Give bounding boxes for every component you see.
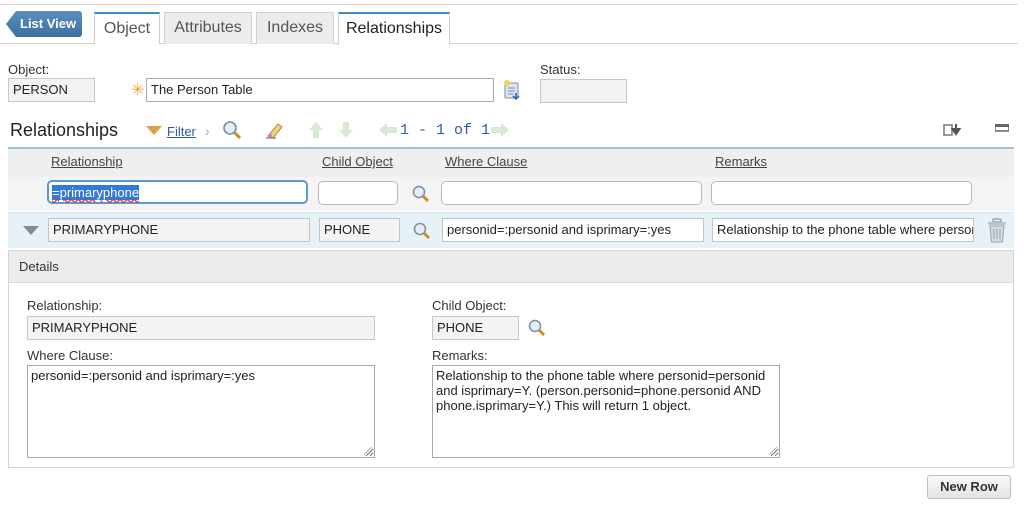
next-page-icon[interactable] [490,122,510,138]
arrow-up-icon[interactable] [308,121,324,139]
filter-child-object-input[interactable] [318,181,398,205]
chevron-right-icon: › [205,123,210,139]
details-where-clause-label: Where Clause: [27,348,113,363]
details-where-clause-text: personid=:personid and isprimary=:yes [31,368,256,383]
row-where-clause-field[interactable]: personid=:personid and isprimary=:yes [442,218,704,242]
status-field [540,79,627,103]
details-where-clause-textarea[interactable]: personid=:personid and isprimary=:yes [27,365,375,458]
section-title: Relationships [10,120,119,140]
filter-relationship-value: =primaryphone [52,185,140,200]
filter-relationship-input[interactable]: =primaryphone [47,180,308,204]
column-header-where-clause[interactable]: Where Clause [445,154,527,169]
details-child-object-label: Child Object: [432,298,507,313]
resize-grip-icon[interactable] [364,447,372,455]
required-star-icon: ✳ [131,82,145,99]
row-child-object-lookup-icon[interactable] [413,222,431,240]
details-header [9,251,1013,283]
details-relationship-field: PRIMARYPHONE [27,316,375,340]
column-header-child-object[interactable]: Child Object [322,154,393,169]
object-label: Object: [8,62,50,77]
details-child-object-lookup-icon[interactable] [528,319,546,337]
details-relationship-label: Relationship: [27,298,103,313]
delete-row-icon[interactable] [986,218,1008,244]
filter-where-clause-input[interactable] [441,181,702,205]
filter-toggle-icon[interactable] [146,126,162,136]
collapse-icon[interactable] [995,124,1009,132]
tab-object[interactable]: Object [94,12,160,44]
row-child-object-field[interactable]: PHONE [319,218,400,242]
row-remarks-field[interactable]: Relationship to the phone table where pe… [712,218,974,242]
arrow-down-icon[interactable] [338,121,354,139]
column-header-remarks[interactable]: Remarks [715,154,767,169]
tab-attributes[interactable]: Attributes [164,12,252,44]
status-label: Status: [540,62,581,77]
list-view-button[interactable]: List View [6,11,82,37]
details-remarks-text: Relationship to the phone table where pe… [436,368,766,413]
clear-filter-icon[interactable] [264,120,286,140]
long-description-icon[interactable] [502,79,522,101]
new-row-button[interactable]: New Row [927,475,1011,499]
row-relationship-field[interactable]: PRIMARYPHONE [48,218,310,242]
filter-child-object-lookup-icon[interactable] [412,185,430,203]
tab-indexes[interactable]: Indexes [256,12,334,44]
search-icon[interactable] [222,120,242,140]
previous-page-icon[interactable] [378,122,398,138]
details-remarks-textarea[interactable]: Relationship to the phone table where pe… [432,365,780,458]
description-input[interactable]: The Person Table [146,78,494,102]
column-header-relationship[interactable]: Relationship [51,154,123,169]
details-remarks-label: Remarks: [432,348,488,363]
row-expand-toggle-icon[interactable] [23,226,39,235]
object-field: PERSON [8,78,95,102]
top-divider [0,4,1018,5]
download-icon[interactable] [943,122,961,138]
pagination-text: 1 - 1 of 1 [400,122,491,139]
details-child-object-field: PHONE [432,316,519,340]
filter-remarks-input[interactable] [711,181,972,205]
tab-relationships[interactable]: Relationships [338,12,450,45]
details-title: Details [19,259,59,274]
resize-grip-icon[interactable] [769,447,777,455]
filter-link[interactable]: Filter [167,124,196,139]
